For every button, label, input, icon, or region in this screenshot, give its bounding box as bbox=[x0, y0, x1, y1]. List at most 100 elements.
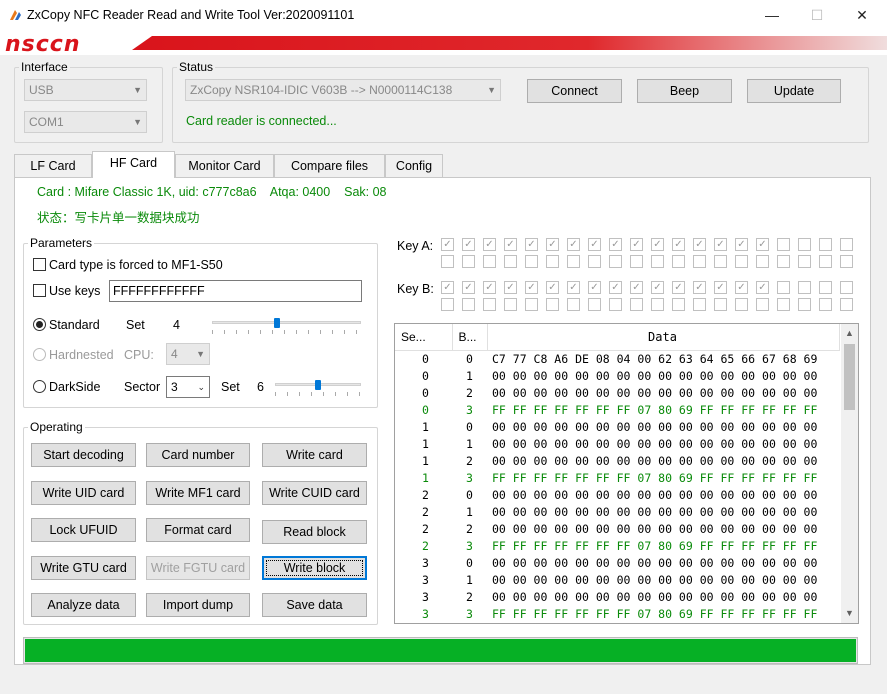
table-row[interactable]: 2 2 00 00 00 00 00 00 00 00 00 00 00 00 00… bbox=[395, 520, 839, 537]
table-row[interactable]: 0 2 00 00 00 00 00 00 00 00 00 00 00 00 00… bbox=[395, 384, 839, 401]
column-header-data[interactable]: Data bbox=[487, 324, 840, 351]
write-cuid-card-button[interactable]: Write CUID card bbox=[262, 481, 367, 505]
grid-scrollbar[interactable]: ▲ ▼ bbox=[841, 324, 858, 623]
key-a-checkbox[interactable] bbox=[798, 255, 811, 268]
tab-config[interactable]: Config bbox=[385, 154, 443, 177]
key-b-checkbox[interactable] bbox=[525, 298, 538, 311]
table-row[interactable]: 1 3 FF FF FF FF FF FF FF 07 80 69 FF FF FF… bbox=[395, 469, 839, 486]
key-b-checkbox[interactable] bbox=[777, 281, 790, 294]
key-a-checkbox[interactable]: ✓ bbox=[588, 238, 601, 251]
key-a-checkbox[interactable] bbox=[525, 255, 538, 268]
key-b-checkbox[interactable]: ✓ bbox=[693, 281, 706, 294]
key-b-checkbox[interactable] bbox=[630, 298, 643, 311]
key-b-checkbox[interactable] bbox=[840, 281, 853, 294]
card-number-button[interactable]: Card number bbox=[146, 443, 250, 467]
table-row[interactable]: 3 3 FF FF FF FF FF FF FF 07 80 69 FF FF FF… bbox=[395, 605, 839, 622]
darkside-radio[interactable] bbox=[33, 380, 46, 393]
key-a-checkbox[interactable] bbox=[483, 255, 496, 268]
key-a-checkbox[interactable]: ✓ bbox=[462, 238, 475, 251]
key-a-checkbox[interactable]: ✓ bbox=[546, 238, 559, 251]
key-b-checkbox[interactable] bbox=[609, 298, 622, 311]
key-b-checkbox[interactable]: ✓ bbox=[546, 281, 559, 294]
table-row[interactable]: 1 2 00 00 00 00 00 00 00 00 00 00 00 00 00… bbox=[395, 452, 839, 469]
connect-button[interactable]: Connect bbox=[527, 79, 622, 103]
key-a-checkbox[interactable] bbox=[735, 255, 748, 268]
device-select[interactable]: ZxCopy NSR104-IDIC V603B --> N0000114C13… bbox=[185, 79, 501, 101]
key-b-checkbox[interactable] bbox=[756, 298, 769, 311]
standard-radio[interactable] bbox=[33, 318, 46, 331]
darkside-slider-thumb[interactable] bbox=[315, 380, 321, 390]
analyze-data-button[interactable]: Analyze data bbox=[31, 593, 136, 617]
tab-compare-files[interactable]: Compare files bbox=[274, 154, 385, 177]
key-a-checkbox[interactable] bbox=[462, 255, 475, 268]
key-a-checkbox[interactable]: ✓ bbox=[483, 238, 496, 251]
write-uid-card-button[interactable]: Write UID card bbox=[31, 481, 136, 505]
cpu-select[interactable]: 4 ▼ bbox=[166, 343, 210, 365]
key-a-checkbox[interactable] bbox=[441, 255, 454, 268]
write-mf1-card-button[interactable]: Write MF1 card bbox=[146, 481, 250, 505]
lock-ufuid-button[interactable]: Lock UFUID bbox=[31, 518, 136, 542]
write-card-button[interactable]: Write card bbox=[262, 443, 367, 467]
key-a-checkbox[interactable] bbox=[777, 238, 790, 251]
key-a-checkbox[interactable]: ✓ bbox=[441, 238, 454, 251]
key-a-checkbox[interactable]: ✓ bbox=[651, 238, 664, 251]
key-a-checkbox[interactable] bbox=[609, 255, 622, 268]
key-a-checkbox[interactable] bbox=[546, 255, 559, 268]
scroll-up-icon[interactable]: ▲ bbox=[841, 325, 858, 342]
key-a-checkbox[interactable] bbox=[651, 255, 664, 268]
standard-slider[interactable] bbox=[212, 321, 361, 324]
key-a-checkbox[interactable] bbox=[840, 238, 853, 251]
write-block-button[interactable]: Write block bbox=[262, 556, 367, 580]
key-a-checkbox[interactable] bbox=[630, 255, 643, 268]
table-row[interactable]: 3 1 00 00 00 00 00 00 00 00 00 00 00 00 00… bbox=[395, 571, 839, 588]
dump-grid[interactable]: Se... B... Data 0 0 C7 77 C8 A6 DE 08 04 0… bbox=[394, 323, 859, 624]
key-a-checkbox[interactable] bbox=[672, 255, 685, 268]
key-b-checkbox[interactable] bbox=[588, 298, 601, 311]
key-b-checkbox[interactable]: ✓ bbox=[609, 281, 622, 294]
format-card-button[interactable]: Format card bbox=[146, 518, 250, 542]
port-type-select[interactable]: USB ▼ bbox=[24, 79, 147, 101]
key-a-checkbox[interactable] bbox=[840, 255, 853, 268]
key-b-checkbox[interactable]: ✓ bbox=[462, 281, 475, 294]
key-b-checkbox[interactable] bbox=[798, 281, 811, 294]
standard-slider-thumb[interactable] bbox=[274, 318, 281, 328]
key-a-checkbox[interactable]: ✓ bbox=[756, 238, 769, 251]
key-b-checkbox[interactable] bbox=[651, 298, 664, 311]
key-a-checkbox[interactable]: ✓ bbox=[609, 238, 622, 251]
save-data-button[interactable]: Save data bbox=[262, 593, 367, 617]
key-a-checkbox[interactable]: ✓ bbox=[735, 238, 748, 251]
key-a-checkbox[interactable] bbox=[756, 255, 769, 268]
key-a-checkbox[interactable] bbox=[504, 255, 517, 268]
key-b-checkbox[interactable] bbox=[672, 298, 685, 311]
key-a-checkbox[interactable] bbox=[819, 255, 832, 268]
key-b-checkbox[interactable]: ✓ bbox=[441, 281, 454, 294]
key-a-checkbox[interactable]: ✓ bbox=[714, 238, 727, 251]
key-b-checkbox[interactable] bbox=[567, 298, 580, 311]
key-a-checkbox[interactable] bbox=[714, 255, 727, 268]
key-b-checkbox[interactable] bbox=[693, 298, 706, 311]
key-a-checkbox[interactable] bbox=[693, 255, 706, 268]
key-b-checkbox[interactable] bbox=[819, 298, 832, 311]
close-button[interactable]: ✕ bbox=[839, 0, 885, 31]
scroll-thumb[interactable] bbox=[844, 344, 855, 410]
key-b-checkbox[interactable]: ✓ bbox=[525, 281, 538, 294]
write-fgtu-card-button[interactable]: Write FGTU card bbox=[146, 556, 250, 580]
key-b-checkbox[interactable] bbox=[483, 298, 496, 311]
table-row[interactable]: 0 3 FF FF FF FF FF FF FF 07 80 69 FF FF FF… bbox=[395, 401, 839, 418]
start-decoding-button[interactable]: Start decoding bbox=[31, 443, 136, 467]
key-b-checkbox[interactable]: ✓ bbox=[714, 281, 727, 294]
import-dump-button[interactable]: Import dump bbox=[146, 593, 250, 617]
key-b-checkbox[interactable] bbox=[798, 298, 811, 311]
read-block-button[interactable]: Read block bbox=[262, 520, 367, 544]
key-b-checkbox[interactable] bbox=[735, 298, 748, 311]
force-type-checkbox[interactable] bbox=[33, 258, 46, 271]
key-b-checkbox[interactable]: ✓ bbox=[630, 281, 643, 294]
key-b-checkbox[interactable]: ✓ bbox=[567, 281, 580, 294]
key-b-checkbox[interactable]: ✓ bbox=[651, 281, 664, 294]
tab-lf-card[interactable]: LF Card bbox=[14, 154, 92, 177]
table-row[interactable]: 1 1 00 00 00 00 00 00 00 00 00 00 00 00 00… bbox=[395, 435, 839, 452]
key-b-checkbox[interactable]: ✓ bbox=[504, 281, 517, 294]
key-a-checkbox[interactable] bbox=[777, 255, 790, 268]
key-a-checkbox[interactable]: ✓ bbox=[630, 238, 643, 251]
minimize-button[interactable]: — bbox=[749, 0, 795, 31]
